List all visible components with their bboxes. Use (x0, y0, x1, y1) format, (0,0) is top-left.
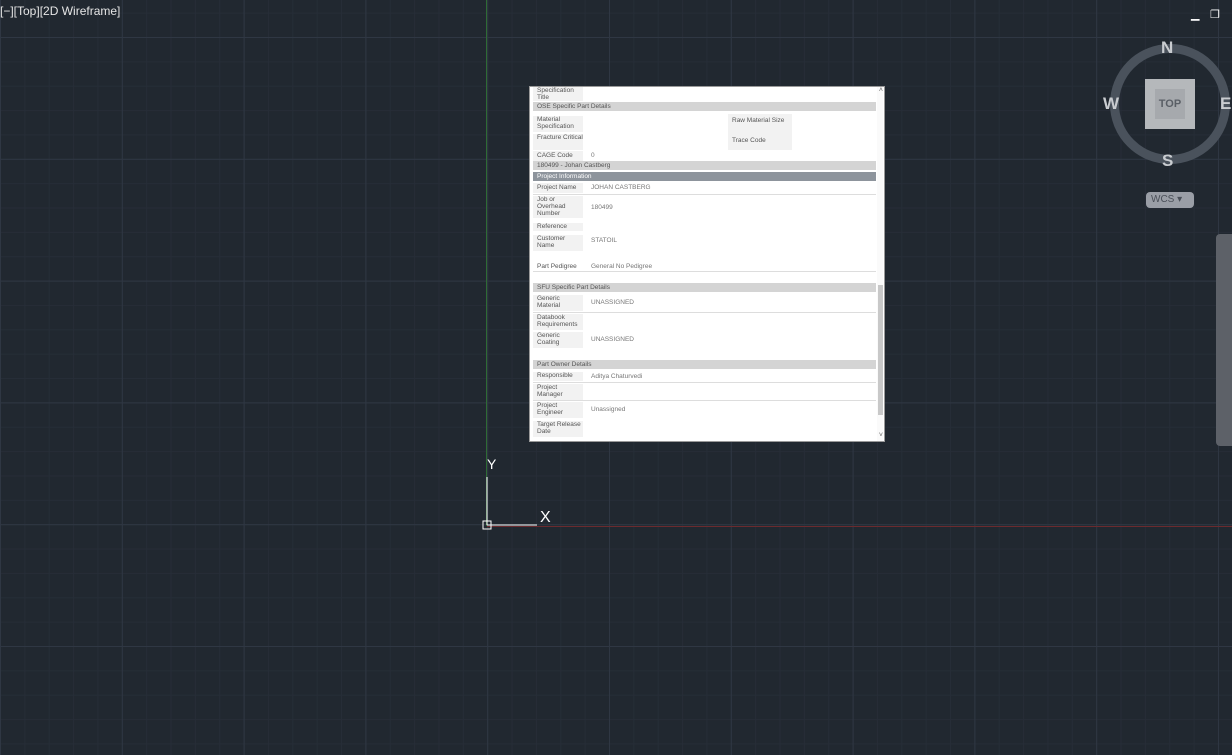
x-axis-line (487, 526, 1232, 527)
scroll-down-icon[interactable]: ˅ (879, 432, 883, 439)
ucs-y-label: Y (487, 456, 497, 472)
fracture-critical-label: Fracture Critical (533, 134, 583, 150)
restore-icon[interactable]: ❐ (1210, 8, 1220, 21)
compass-south[interactable]: S (1162, 151, 1173, 171)
generic-material-value: UNASSIGNED (591, 299, 634, 306)
customer-name-value: STATOIL (591, 237, 618, 244)
navigation-bar[interactable] (1216, 234, 1232, 446)
job-number-label: Job or Overhead Number (533, 196, 583, 218)
responsible-label: Responsible (533, 372, 583, 381)
trace-code-label: Trace Code (728, 132, 792, 150)
wcs-dropdown[interactable]: WCS ▾ (1146, 192, 1194, 208)
reference-label: Reference (533, 223, 583, 231)
viewport-controls[interactable]: [−][Top][2D Wireframe] (0, 4, 120, 18)
viewcube-top-face[interactable]: TOP (1145, 79, 1195, 129)
y-axis-line (486, 0, 487, 526)
generic-coating-value: UNASSIGNED (591, 336, 634, 343)
ose-section-header: OSE Specific Part Details (533, 102, 876, 111)
project-name-label: Project Name (533, 183, 583, 193)
project-information-header: Project Information (533, 172, 876, 181)
ucs-x-label: X (540, 509, 551, 526)
project-engineer-label: Project Engineer (533, 402, 583, 418)
responsible-value: Aditya Chaturvedi (591, 373, 643, 380)
minimize-icon[interactable]: ▁ (1191, 8, 1199, 21)
raw-material-size-label: Raw Material Size (728, 114, 792, 132)
spec-title-label: Specification Title (533, 87, 583, 101)
part-pedigree-label: Part Pedigree (537, 263, 577, 270)
project-engineer-value: Unassigned (591, 406, 626, 413)
target-release-label: Target Release Date (533, 421, 583, 437)
part-owner-header: Part Owner Details (533, 360, 876, 369)
generic-coating-label: Generic Coating (533, 332, 583, 348)
scroll-up-icon[interactable]: ˄ (879, 87, 883, 94)
material-spec-label: Material Specification (533, 116, 583, 132)
compass-west[interactable]: W (1103, 94, 1119, 114)
compass-north[interactable]: N (1161, 38, 1173, 58)
project-manager-label: Project Manager (533, 384, 583, 400)
job-number-value: 180499 (591, 204, 613, 211)
attribute-table-panel[interactable]: Specification Title OSE Specific Part De… (529, 86, 885, 442)
part-pedigree-value: General No Pedigree (591, 263, 653, 270)
project-name-value: JOHAN CASTBERG (591, 184, 651, 191)
project-header: 180499 - Johan Castberg (533, 161, 876, 170)
scrollbar-thumb[interactable] (878, 285, 883, 415)
compass-east[interactable]: E (1220, 94, 1231, 114)
databook-label: Databook Requirements (533, 314, 583, 330)
customer-name-label: Customer Name (533, 235, 583, 251)
generic-material-label: Generic Material (533, 295, 583, 311)
cage-code-value: 0 (591, 152, 595, 159)
cage-code-label: CAGE Code (533, 151, 583, 161)
sfu-section-header: SFU Specific Part Details (533, 283, 876, 292)
